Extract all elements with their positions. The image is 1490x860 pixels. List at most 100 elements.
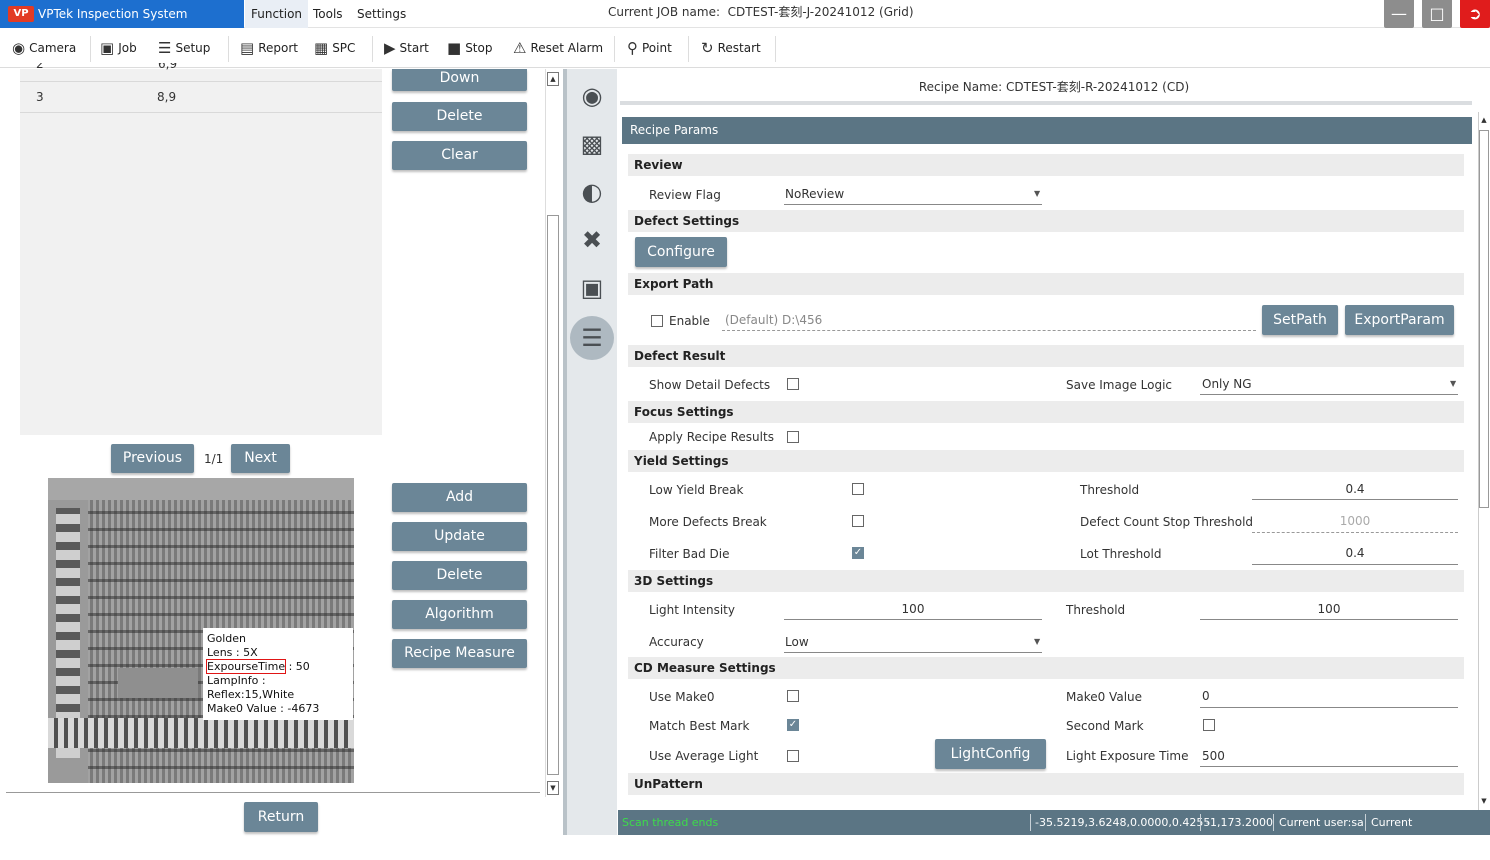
low-yield-break-checkbox[interactable] [852, 483, 864, 495]
point-button[interactable]: ⚲ Point [627, 34, 672, 62]
location-pin-icon: ⚲ [627, 38, 638, 57]
list-item-index: 2 [36, 63, 44, 71]
camera-view-icon[interactable]: ◉ [574, 78, 610, 114]
scroll-thumb[interactable] [547, 215, 559, 775]
section-review: Review [628, 154, 1464, 176]
return-button[interactable]: Return [244, 802, 318, 832]
clear-button[interactable]: Clear [392, 141, 527, 170]
accuracy-select[interactable]: Low [785, 635, 809, 649]
light-exposure-time-label: Light Exposure Time [1066, 749, 1189, 763]
minimize-icon: — [1391, 4, 1407, 23]
show-detail-defects-checkbox[interactable] [787, 378, 799, 390]
review-flag-label: Review Flag [649, 188, 721, 202]
3d-threshold-input[interactable]: 100 [1200, 602, 1458, 616]
status-separator [1200, 814, 1201, 831]
chevron-down-icon[interactable]: ▼ [1450, 379, 1456, 388]
down-button[interactable]: Down [392, 69, 527, 91]
row-divider [20, 112, 382, 113]
wafer-map-icon[interactable]: ▩ [574, 126, 610, 162]
toolbar-separator [90, 36, 91, 62]
use-average-light-checkbox[interactable] [787, 750, 799, 762]
update-button[interactable]: Update [392, 522, 527, 551]
menu-function[interactable]: Function [245, 0, 309, 28]
exportparam-button[interactable]: ExportParam [1345, 305, 1454, 335]
apply-recipe-results-checkbox[interactable] [787, 431, 799, 443]
toolbar-separator [688, 36, 689, 62]
wafer-list-icon[interactable]: ◐ [574, 174, 610, 210]
use-make0-checkbox[interactable] [787, 690, 799, 702]
tooltip-title: Golden [207, 632, 247, 645]
chevron-down-icon[interactable]: ▼ [1034, 637, 1040, 646]
spc-button[interactable]: ▦ SPC [314, 34, 355, 62]
accuracy-label: Accuracy [649, 635, 704, 649]
section-yield-settings: Yield Settings [628, 450, 1464, 472]
delete-recipe-button[interactable]: Delete [392, 561, 527, 590]
tools-icon[interactable]: ✖ [574, 222, 610, 258]
image-icon[interactable]: ▣ [574, 270, 610, 306]
stop-button[interactable]: ■ Stop [447, 34, 492, 62]
report-button[interactable]: ▤ Report [240, 34, 298, 62]
list-item-index[interactable]: 3 [36, 90, 44, 104]
recipe-params-icon[interactable]: ☰ [570, 316, 614, 360]
start-button[interactable]: ▶ Start [384, 34, 429, 62]
chevron-down-icon[interactable]: ▼ [1034, 189, 1040, 198]
reset-alarm-button[interactable]: ⚠ Reset Alarm [513, 34, 603, 62]
light-exposure-time-input[interactable]: 500 [1202, 749, 1225, 763]
status-separator [1030, 814, 1031, 831]
make0-value-underline [1200, 707, 1458, 708]
setpath-button[interactable]: SetPath [1262, 305, 1338, 335]
export-enable-checkbox[interactable] [651, 315, 663, 327]
status-coordinates: -35.5219,3.6248,0.0000,0.4255 [1035, 816, 1211, 829]
restart-button[interactable]: ↻ Restart [701, 34, 761, 62]
recipe-measure-button[interactable]: Recipe Measure [392, 639, 527, 668]
match-best-mark-checkbox[interactable]: ✓ [787, 719, 799, 731]
algorithm-button[interactable]: Algorithm [392, 600, 527, 629]
job-button[interactable]: ▣ Job [100, 34, 137, 62]
next-button[interactable]: Next [231, 444, 290, 473]
light-exposure-time-underline [1200, 766, 1458, 767]
scroll-up-arrow[interactable]: ▲ [547, 72, 559, 86]
lot-threshold-input[interactable]: 0.4 [1252, 546, 1458, 560]
minimize-button[interactable]: — [1384, 0, 1414, 28]
tooltip-exposure: ExpourseTime : 50 [205, 659, 349, 674]
scroll-up-arrow[interactable]: ▲ [1479, 114, 1489, 126]
exposure-key: ExpourseTime [205, 659, 287, 674]
scroll-down-arrow[interactable]: ▼ [1479, 795, 1489, 807]
yield-threshold-input[interactable]: 0.4 [1252, 482, 1458, 496]
configure-button[interactable]: Configure [635, 237, 727, 267]
setup-button[interactable]: ☰ Setup [158, 34, 210, 62]
status-time: Current time:13:18:24 [1371, 816, 1449, 854]
light-intensity-input[interactable]: 100 [784, 602, 1042, 616]
section-defect-settings: Defect Settings [628, 210, 1464, 232]
make0-value-input[interactable]: 0 [1202, 689, 1210, 703]
3d-threshold-underline [1200, 619, 1458, 620]
stop-icon: ■ [447, 38, 462, 57]
scroll-down-arrow[interactable]: ▼ [547, 781, 559, 795]
filter-bad-die-label: Filter Bad Die [649, 547, 730, 561]
filter-bad-die-checkbox[interactable]: ✓ [852, 547, 864, 559]
status-message: Scan thread ends [622, 816, 719, 829]
current-job-name: Current JOB name: CDTEST-套刻-J-20241012 (… [608, 5, 914, 19]
lightconfig-button[interactable]: LightConfig [935, 739, 1046, 769]
close-button[interactable]: ➲ [1460, 0, 1490, 28]
menu-tools[interactable]: Tools [307, 0, 349, 28]
export-path-field[interactable]: (Default) D:\456 [725, 313, 822, 327]
previous-button[interactable]: Previous [111, 444, 194, 473]
add-button[interactable]: Add [392, 483, 527, 512]
exposure-value: : 50 [288, 660, 310, 673]
maximize-button[interactable]: □ [1422, 0, 1452, 28]
second-mark-checkbox[interactable] [1203, 719, 1215, 731]
review-flag-select[interactable]: NoReview [785, 187, 844, 201]
more-defects-break-checkbox[interactable] [852, 515, 864, 527]
scroll-thumb[interactable] [1479, 130, 1489, 508]
menu-settings[interactable]: Settings [351, 0, 412, 28]
defect-count-stop-input[interactable]: 1000 [1252, 514, 1458, 528]
delete-point-button[interactable]: Delete [392, 102, 527, 131]
save-image-logic-select[interactable]: Only NG [1202, 377, 1252, 391]
show-detail-defects-label: Show Detail Defects [649, 378, 771, 392]
camera-button[interactable]: ◉ Camera [12, 34, 76, 62]
list-item-value[interactable]: 8,9 [157, 90, 176, 104]
briefcase-icon: ▣ [100, 38, 115, 57]
recipe-name: Recipe Name: CDTEST-套刻-R-20241012 (CD) [918, 80, 1190, 94]
section-3d-settings: 3D Settings [628, 570, 1464, 592]
